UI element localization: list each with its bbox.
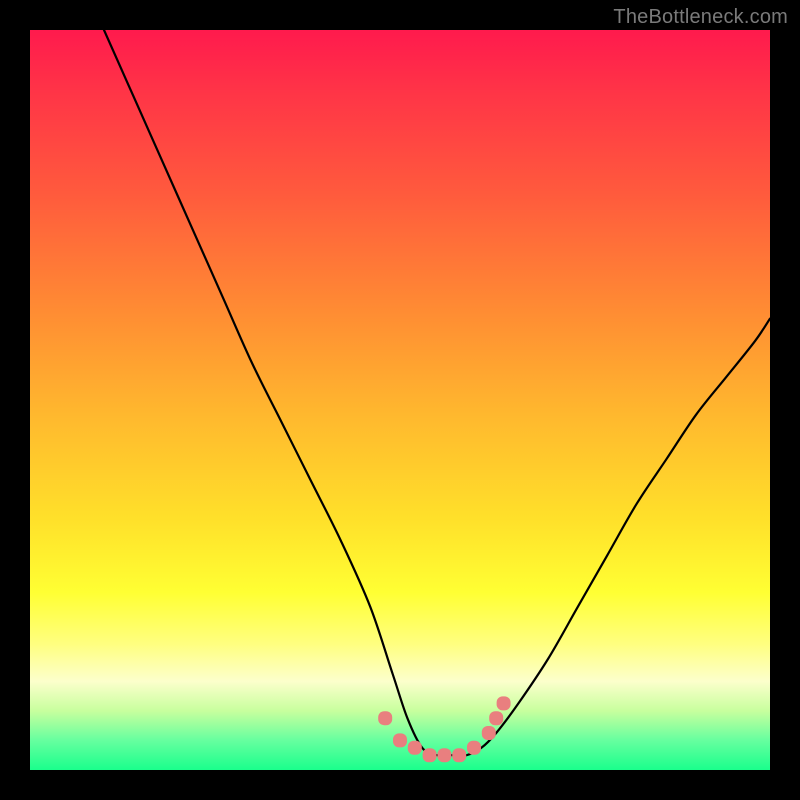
bottom-marker <box>489 711 503 725</box>
bottleneck-curve-path <box>104 30 770 756</box>
bottom-marker <box>467 741 481 755</box>
bottom-marker <box>452 748 466 762</box>
bottom-marker <box>482 726 496 740</box>
bottom-marker <box>497 696 511 710</box>
bottom-marker <box>408 741 422 755</box>
chart-overlay <box>30 30 770 770</box>
watermark-text: TheBottleneck.com <box>613 6 788 29</box>
plot-area <box>30 30 770 770</box>
bottom-marker <box>423 748 437 762</box>
chart-frame: TheBottleneck.com <box>0 0 800 800</box>
bottom-marker <box>378 711 392 725</box>
bottom-marker-group <box>378 696 510 762</box>
bottom-marker <box>393 733 407 747</box>
bottom-marker <box>437 748 451 762</box>
